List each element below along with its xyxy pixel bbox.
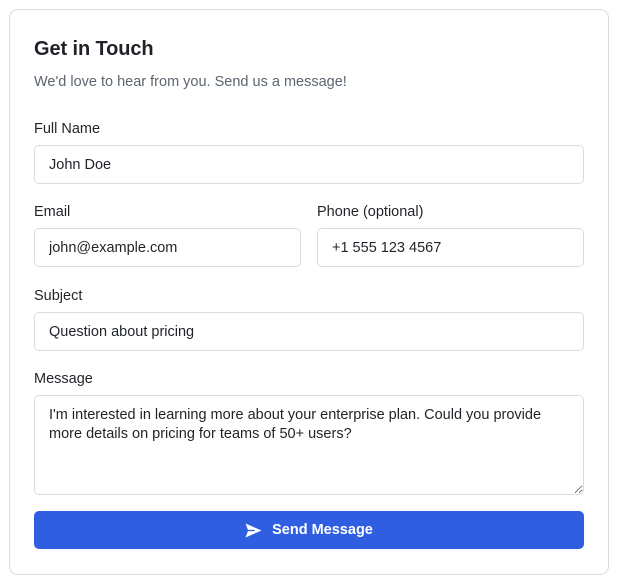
message-label: Message <box>34 371 93 387</box>
full-name-input[interactable] <box>34 145 584 184</box>
send-message-button[interactable]: Send Message <box>34 511 584 549</box>
send-icon <box>245 523 262 537</box>
phone-label: Phone (optional) <box>317 204 424 220</box>
form-title: Get in Touch <box>34 38 154 60</box>
send-message-label: Send Message <box>272 522 373 538</box>
full-name-label: Full Name <box>34 121 101 137</box>
email-input[interactable] <box>34 228 301 267</box>
contact-form-card: Get in Touch We'd love to hear from you.… <box>9 9 609 575</box>
subject-input[interactable] <box>34 312 584 351</box>
form-subtitle: We'd love to hear from you. Send us a me… <box>34 74 347 90</box>
message-textarea[interactable]: I'm interested in learning more about yo… <box>34 395 584 495</box>
email-label: Email <box>34 204 71 220</box>
subject-label: Subject <box>34 288 83 304</box>
phone-input[interactable] <box>317 228 584 267</box>
